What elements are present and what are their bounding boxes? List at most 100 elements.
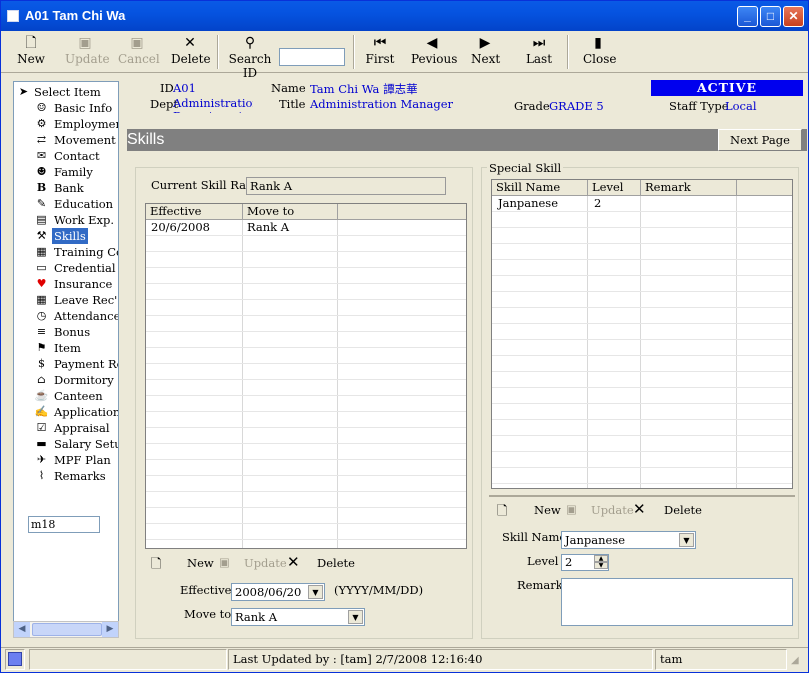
tree-item-dormitory[interactable]: ⌂ Dormitory — [14, 372, 118, 388]
education-icon: ✎ — [36, 197, 47, 210]
checkbox-icon: ☑ — [36, 421, 47, 434]
tree-item-bonus[interactable]: ≡ Bonus — [14, 324, 118, 340]
remark-textarea[interactable] — [561, 578, 793, 626]
tree-item-attendance[interactable]: ◷ Attendance — [14, 308, 118, 324]
column-header-skill-name[interactable]: Skill Name — [492, 180, 588, 196]
tree-item-movement[interactable]: ⇄ Movement — [14, 132, 118, 148]
new-button[interactable]: 🗋 New — [15, 35, 47, 66]
tree-item-insurance[interactable]: ♥ Insurance — [14, 276, 118, 292]
chevron-down-icon[interactable]: ▼ — [308, 585, 323, 599]
close-window-button[interactable]: ✕ — [783, 6, 804, 27]
tree-item-basic-info[interactable]: ☺ Basic Info — [14, 100, 118, 116]
left-code-input[interactable]: m18 — [28, 516, 100, 533]
tree-item-work-exp[interactable]: ▤ Work Exp. — [14, 212, 118, 228]
search-id-label: ⚲ Search ID — [225, 35, 275, 80]
last-button[interactable]: ⏭ Last — [525, 35, 553, 66]
tree-item-education[interactable]: ✎ Education — [14, 196, 118, 212]
rank-new-button[interactable]: New — [187, 556, 214, 570]
tree-horizontal-scrollbar[interactable]: ◀ ▶ — [13, 621, 119, 638]
skill-rank-table[interactable]: Effective Move to 20/6/2008 Rank A — [145, 203, 467, 549]
cell-effective: 20/6/2008 — [151, 220, 210, 234]
previous-button[interactable]: ◀ Pevious — [411, 35, 457, 66]
cursor-arrow-icon: ➤ — [18, 85, 29, 98]
current-skill-rank-field: Rank A — [246, 177, 446, 195]
spin-up-icon[interactable]: ▲ — [594, 555, 608, 562]
skill-delete-icon[interactable]: ✕ — [633, 500, 646, 518]
bank-b-icon: B — [36, 181, 47, 194]
chevron-down-icon[interactable]: ▼ — [679, 533, 694, 547]
tree-item-leave[interactable]: ▦ Leave Rec' — [14, 292, 118, 308]
effective-date-picker[interactable]: 2008/06/20 ▼ — [231, 583, 325, 601]
cancel-button[interactable]: ▣ Cancel — [118, 35, 160, 66]
rank-new-icon[interactable]: 🗋 — [151, 555, 161, 577]
column-header-effective[interactable]: Effective — [146, 204, 243, 220]
name-value: Tam Chi Wa 譚志華 — [310, 82, 418, 96]
close-button[interactable]: ▮ Close — [583, 35, 617, 66]
chevron-down-icon[interactable]: ▼ — [348, 610, 363, 624]
tree-item-skills[interactable]: ⚒ Skills — [14, 228, 118, 244]
delete-button[interactable]: ✕ Delete — [171, 35, 211, 66]
clock-icon: ◷ — [36, 309, 47, 322]
scroll-left-icon[interactable]: ◀ — [14, 622, 30, 637]
divider — [489, 495, 795, 497]
tree-item-bank[interactable]: B Bank — [14, 180, 118, 196]
skill-new-icon[interactable]: 🗋 — [497, 502, 507, 524]
scroll-thumb[interactable] — [32, 623, 102, 636]
title-bar[interactable]: A01 Tam Chi Wa _ □ ✕ — [1, 1, 808, 31]
status-user: tam — [655, 649, 787, 670]
tree-item-payment[interactable]: $Payment Rec' — [14, 356, 118, 372]
tree-item-remarks[interactable]: ⌇ Remarks — [14, 468, 118, 484]
tree-item-training[interactable]: ▦Training Cou — [14, 244, 118, 260]
toolbar-separator — [353, 35, 355, 69]
app-icon — [7, 10, 19, 22]
tree-item-employment[interactable]: ⚙Employment — [14, 116, 118, 132]
rank-update-button[interactable]: Update — [244, 556, 287, 570]
family-face-icon: ☻ — [36, 165, 47, 178]
navigation-tree[interactable]: ➤ Select Item ☺Basic Info ⚙Employment ⇄M… — [13, 81, 119, 637]
credential-icon: ▭ — [36, 261, 47, 274]
tree-item-mpf-plan[interactable]: ✈ MPF Plan — [14, 452, 118, 468]
maximize-button[interactable]: □ — [760, 6, 781, 27]
skill-name-select[interactable]: Janpanese ▼ — [561, 531, 696, 549]
tree-item-contact[interactable]: ✉ Contact — [14, 148, 118, 164]
resize-grip-icon[interactable]: ◢ — [791, 655, 805, 669]
tree-item-appraisal[interactable]: ☑ Appraisal — [14, 420, 118, 436]
first-button[interactable]: ⏮ First — [365, 35, 395, 66]
toolbar: 🗋 New ▣ Update ▣ Cancel ✕ Delete ⚲ Searc… — [1, 31, 808, 80]
column-header-remark[interactable]: Remark — [641, 180, 737, 196]
spin-down-icon[interactable]: ▼ — [594, 562, 608, 569]
move-to-select[interactable]: Rank A ▼ — [231, 608, 365, 626]
tree-item-application[interactable]: ✍ Application — [14, 404, 118, 420]
skill-name-label: Skill Name — [502, 530, 567, 544]
rank-delete-icon[interactable]: ✕ — [287, 553, 300, 571]
canteen-icon: ☕ — [34, 389, 49, 402]
column-header-move-to[interactable]: Move to — [243, 204, 338, 220]
column-header-blank — [737, 180, 792, 196]
exit-door-icon: ▮ — [594, 35, 602, 51]
skill-update-button[interactable]: Update — [591, 503, 634, 517]
tree-item-item[interactable]: ⚑ Item — [14, 340, 118, 356]
tree-item-credential[interactable]: ▭ Credential — [14, 260, 118, 276]
save-icon: ▣ — [78, 35, 92, 51]
level-stepper[interactable]: 2 ▲ ▼ — [561, 554, 609, 571]
update-button[interactable]: ▣ Update — [65, 35, 110, 66]
next-button[interactable]: ▶ Next — [471, 35, 500, 66]
tree-item-canteen[interactable]: ☕ Canteen — [14, 388, 118, 404]
tree-item-family[interactable]: ☻ Family — [14, 164, 118, 180]
section-header — [127, 129, 807, 151]
section-title: Skills — [127, 131, 165, 148]
paperclip-icon: ⌇ — [38, 469, 45, 482]
minimize-button[interactable]: _ — [737, 6, 758, 27]
rank-delete-button[interactable]: Delete — [317, 556, 355, 570]
tree-root[interactable]: ➤ Select Item — [14, 84, 118, 100]
status-panel-blank — [29, 649, 227, 670]
tree-item-salary-setup[interactable]: ▬Salary Setup — [14, 436, 118, 452]
status-badge: ACTIVE — [651, 80, 803, 96]
special-skill-table[interactable]: Skill Name Level Remark Janpanese 2 — [491, 179, 793, 489]
search-id-input[interactable] — [279, 48, 345, 66]
skill-delete-button[interactable]: Delete — [664, 503, 702, 517]
scroll-right-icon[interactable]: ▶ — [102, 622, 118, 637]
skill-new-button[interactable]: New — [534, 503, 561, 517]
next-page-button[interactable]: Next Page — [718, 129, 802, 151]
column-header-level[interactable]: Level — [588, 180, 641, 196]
